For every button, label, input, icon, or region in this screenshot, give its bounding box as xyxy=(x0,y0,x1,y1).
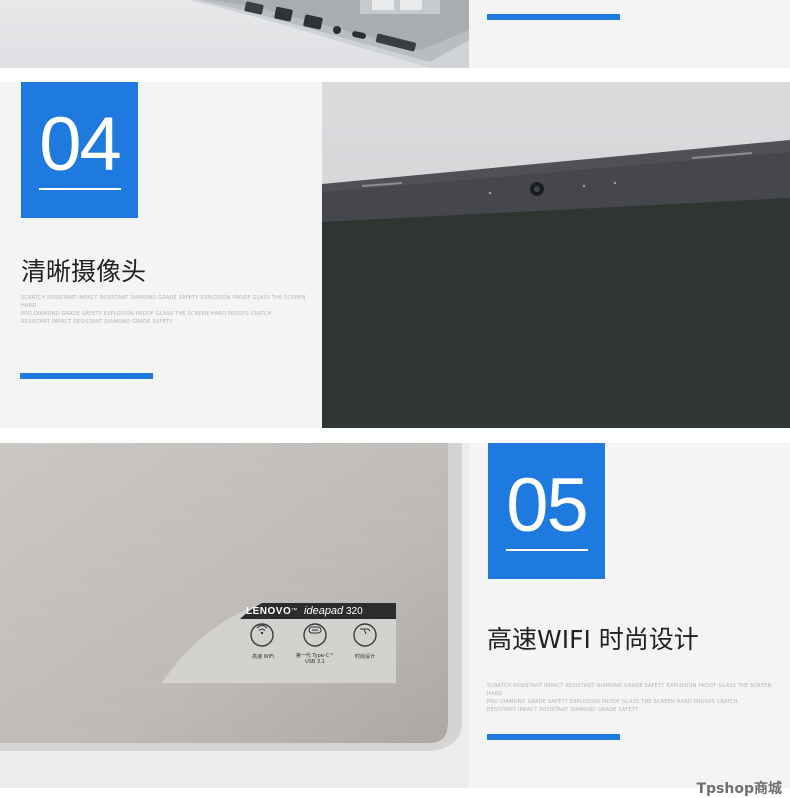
fine-print-line: SCRATCH RESISTANT IMPACT RESISTANT DIAMO… xyxy=(487,683,772,697)
section-04-accent-bar xyxy=(20,373,153,379)
section-04-number-underline xyxy=(39,188,121,190)
stylus-icon xyxy=(360,628,371,635)
fine-print-line: SCRATCH RESISTANT IMPACT RESISTANT DIAMO… xyxy=(21,295,306,309)
badge-label-wifi: 高速 WiFi xyxy=(252,654,274,660)
section-05-number: 05 xyxy=(506,463,589,548)
badge-feature-wifi xyxy=(246,621,278,642)
section-05-accent-bar xyxy=(487,734,620,740)
ideapad-badge: LENOVO™ ideapad 320 高速 WiFi 第一代 Type-C™ … xyxy=(162,603,396,683)
section-05-title: 高速WIFI 时尚设计 xyxy=(487,625,699,654)
badge-brand-line: LENOVO™ ideapad 320 xyxy=(246,604,394,618)
badge-model: ideapad xyxy=(304,605,344,617)
badge-model-number: 320 xyxy=(345,606,363,617)
badge-feature-usb xyxy=(299,621,331,642)
section-04-number-box: 04 xyxy=(21,82,138,218)
watermark: Tpshop商城 xyxy=(696,781,782,797)
top-text-panel xyxy=(469,0,790,68)
laptop-ports-illustration xyxy=(190,0,469,68)
section-04-number: 04 xyxy=(39,102,122,187)
laptop-side-ports-photo xyxy=(0,0,469,68)
section-05-fine-print: SCRATCH RESISTANT IMPACT RESISTANT DIAMO… xyxy=(487,682,772,714)
fine-print-line: RESISTANT IMPACT RESISTANT DIAMOND GRADE… xyxy=(21,319,173,325)
wifi-icon xyxy=(256,625,268,635)
badge-label-design: 时尚设计 xyxy=(354,654,375,660)
badge-brand: LENOVO xyxy=(246,606,292,617)
badge-feature-design xyxy=(349,621,381,642)
fine-print-line: PRO DIAMOND GRADE SAFETY EXPLOSION PROOF… xyxy=(487,699,738,705)
badge-label-usb: 第一代 Type-C™ USB 3.1 xyxy=(295,653,335,665)
section-05-number-box: 05 xyxy=(488,443,605,579)
section-04-fine-print: SCRATCH RESISTANT IMPACT RESISTANT DIAMO… xyxy=(21,294,306,326)
top-accent-bar xyxy=(487,14,620,20)
usb-c-icon xyxy=(308,626,322,634)
fine-print-line: PRO DIAMOND GRADE SAFETY EXPLOSION PROOF… xyxy=(21,311,272,317)
section-04-title: 清晰摄像头 xyxy=(21,257,147,286)
webcam-photo xyxy=(322,82,790,428)
fine-print-line: RESISTANT IMPACT RESISTANT DIAMOND GRADE… xyxy=(487,707,639,713)
webcam-bezel-illustration xyxy=(322,82,790,428)
badge-trademark: ™ xyxy=(291,608,298,614)
section-05-number-underline xyxy=(506,549,588,551)
